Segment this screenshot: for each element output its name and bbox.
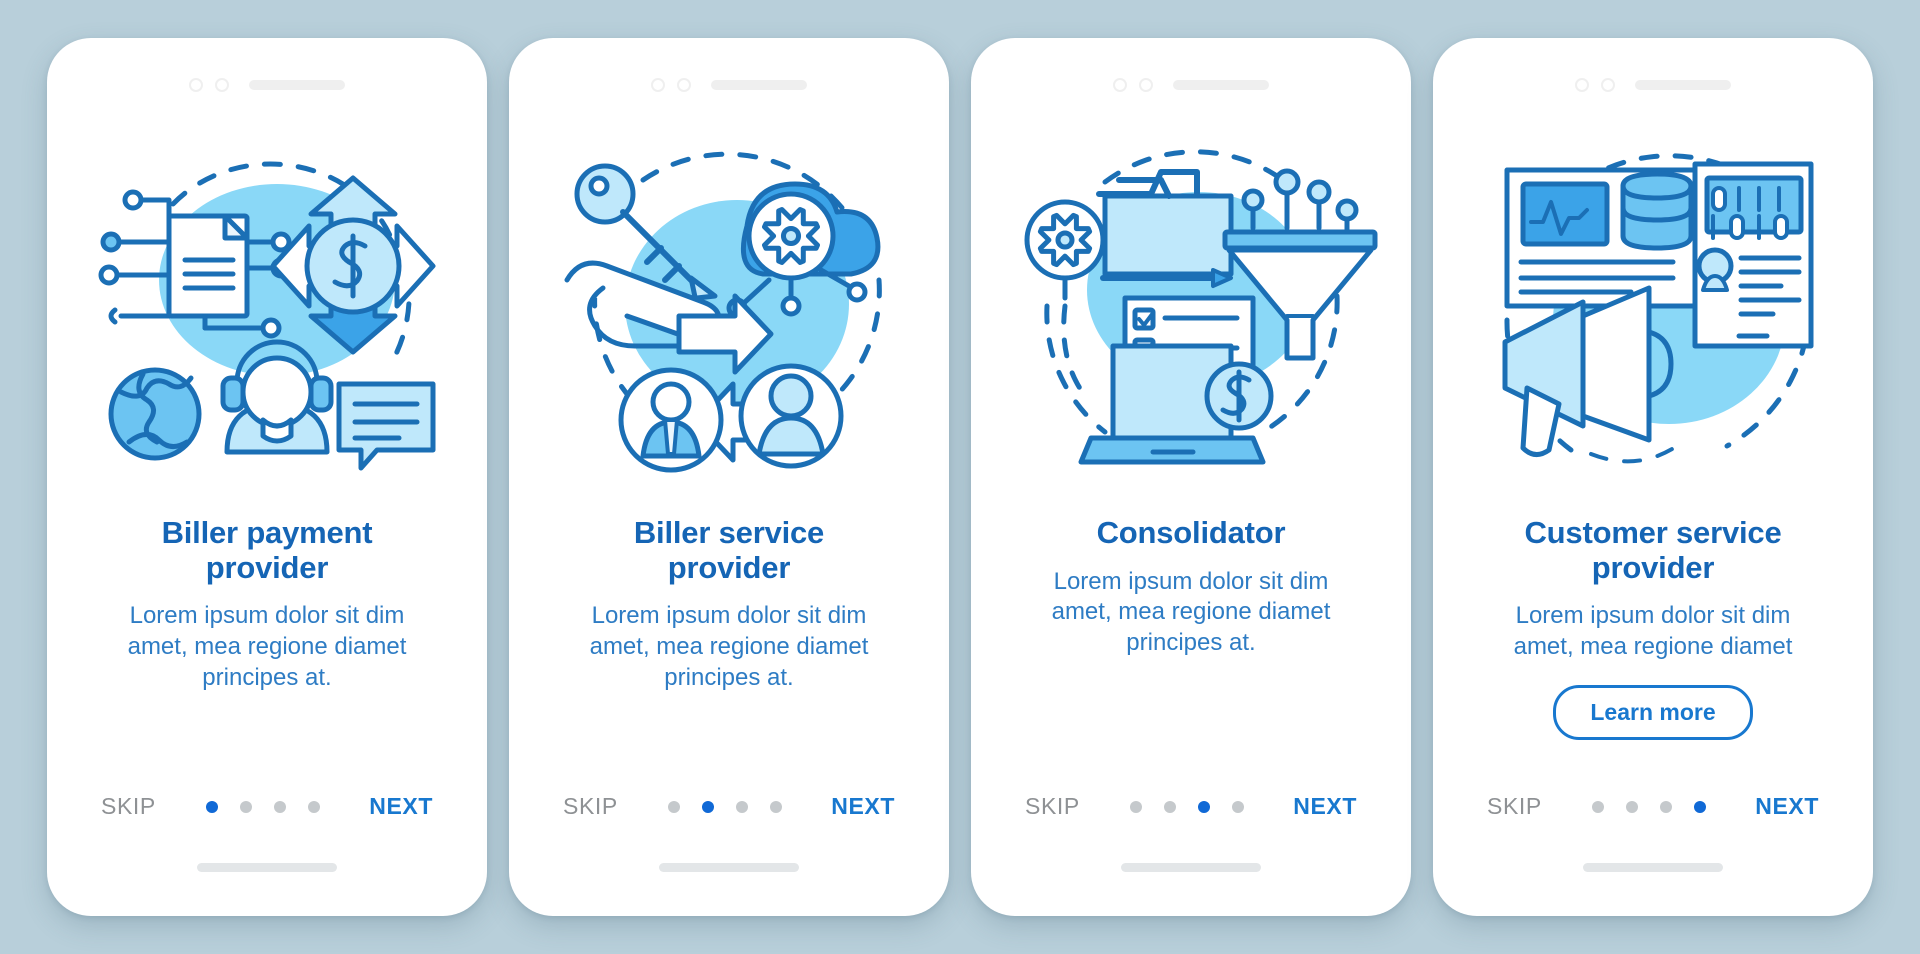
learn-more-button[interactable]: Learn more [1553,684,1753,740]
page-dot[interactable] [769,800,782,813]
card-description: Lorem ipsum dolor sit dim amet, mea regio… [90,601,445,693]
next-button[interactable]: NEXT [369,793,433,820]
screen-customer-service-provider: Customer service provider Lorem ipsum dolo… [1433,38,1873,916]
card-description-line: amet, mea regione diamet [589,633,869,661]
next-button[interactable]: NEXT [1293,793,1357,820]
page-dot-active[interactable] [1197,800,1210,813]
page-dot[interactable] [1591,800,1604,813]
card-description-line: Lorem ipsum dolor sit dim [129,602,405,630]
card-description-line: principes at. [1126,629,1256,657]
page-dot[interactable] [1129,800,1142,813]
screen-biller-payment-provider: Biller payment provider Lorem ipsum dolor … [47,38,487,916]
page-dot[interactable] [307,800,320,813]
sensor-dot-icon [1601,78,1615,92]
card-description-line: amet, mea regione diamet [127,633,407,661]
phone-status-bar [189,74,345,96]
biller-payment-illustration [72,110,462,510]
camera-dot-icon [1113,78,1127,92]
card-description-line: Lorem ipsum dolor sit dim [1053,567,1329,595]
speaker-grill-icon [1173,80,1269,90]
card-description: Lorem ipsum dolor sit dim amet, mea regio… [1476,601,1831,662]
skip-button[interactable]: SKIP [563,793,618,820]
card-description-line: amet, mea regione diamet [1513,633,1793,661]
onboarding-nav-row: SKIP NEXT [47,793,487,820]
card-title: Customer service provider [1495,515,1812,585]
biller-service-illustration [534,110,924,510]
phone-status-bar [651,74,807,96]
card-title-line: Biller payment [161,515,373,550]
page-dot[interactable] [735,800,748,813]
onboarding-nav-row: SKIP NEXT [1433,793,1873,820]
consolidator-illustration [996,110,1386,510]
home-indicator-bar[interactable] [1121,863,1261,872]
card-title: Biller payment provider [132,515,403,585]
page-dot[interactable] [667,800,680,813]
phone-status-bar [1575,74,1731,96]
screen-biller-service-provider: Biller service provider Lorem ipsum dolor … [509,38,949,916]
card-title-line: Consolidator [1096,515,1286,550]
page-dot[interactable] [1231,800,1244,813]
page-dot[interactable] [1625,800,1638,813]
skip-button[interactable]: SKIP [1487,793,1542,820]
page-dot-active[interactable] [205,800,218,813]
card-description: Lorem ipsum dolor sit dim amet, mea regio… [552,601,907,693]
card-title-line: provider [205,549,329,585]
camera-dot-icon [189,78,203,92]
page-dot[interactable] [273,800,286,813]
phone-status-bar [1113,74,1269,96]
sensor-dot-icon [215,78,229,92]
card-title-line: Customer service [1524,515,1782,550]
speaker-grill-icon [1635,80,1731,90]
camera-dot-icon [1575,78,1589,92]
card-title-line: provider [1591,549,1715,585]
sensor-dot-icon [1139,78,1153,92]
page-dot[interactable] [1163,800,1176,813]
home-indicator-bar[interactable] [197,863,337,872]
page-indicator-dots [1591,800,1706,813]
card-title-line: Biller service [633,515,825,550]
skip-button[interactable]: SKIP [101,793,156,820]
onboarding-screens: Biller payment provider Lorem ipsum dolor … [0,0,1920,954]
page-dot-active[interactable] [701,800,714,813]
page-dot-active[interactable] [1693,800,1706,813]
page-dot[interactable] [1659,800,1672,813]
card-description: Lorem ipsum dolor sit dim amet, mea regio… [1014,567,1369,659]
page-indicator-dots [1129,800,1244,813]
card-description-line: principes at. [664,663,794,691]
onboarding-nav-row: SKIP NEXT [971,793,1411,820]
page-indicator-dots [667,800,782,813]
screen-consolidator: Consolidator Lorem ipsum dolor sit dim ame… [971,38,1411,916]
home-indicator-bar[interactable] [659,863,799,872]
card-title-line: provider [667,549,791,585]
card-title: Biller service provider [604,515,854,585]
card-description-line: Lorem ipsum dolor sit dim [1515,602,1791,630]
speaker-grill-icon [711,80,807,90]
next-button[interactable]: NEXT [1755,793,1819,820]
card-title: Consolidator [1067,515,1316,551]
camera-dot-icon [651,78,665,92]
page-dot[interactable] [239,800,252,813]
sensor-dot-icon [677,78,691,92]
home-indicator-bar[interactable] [1583,863,1723,872]
card-description-line: Lorem ipsum dolor sit dim [591,602,867,630]
onboarding-nav-row: SKIP NEXT [509,793,949,820]
card-description-line: amet, mea regione diamet [1051,598,1331,626]
speaker-grill-icon [249,80,345,90]
page-indicator-dots [205,800,320,813]
card-description-line: principes at. [202,663,332,691]
customer-service-illustration [1458,110,1848,510]
next-button[interactable]: NEXT [831,793,895,820]
skip-button[interactable]: SKIP [1025,793,1080,820]
